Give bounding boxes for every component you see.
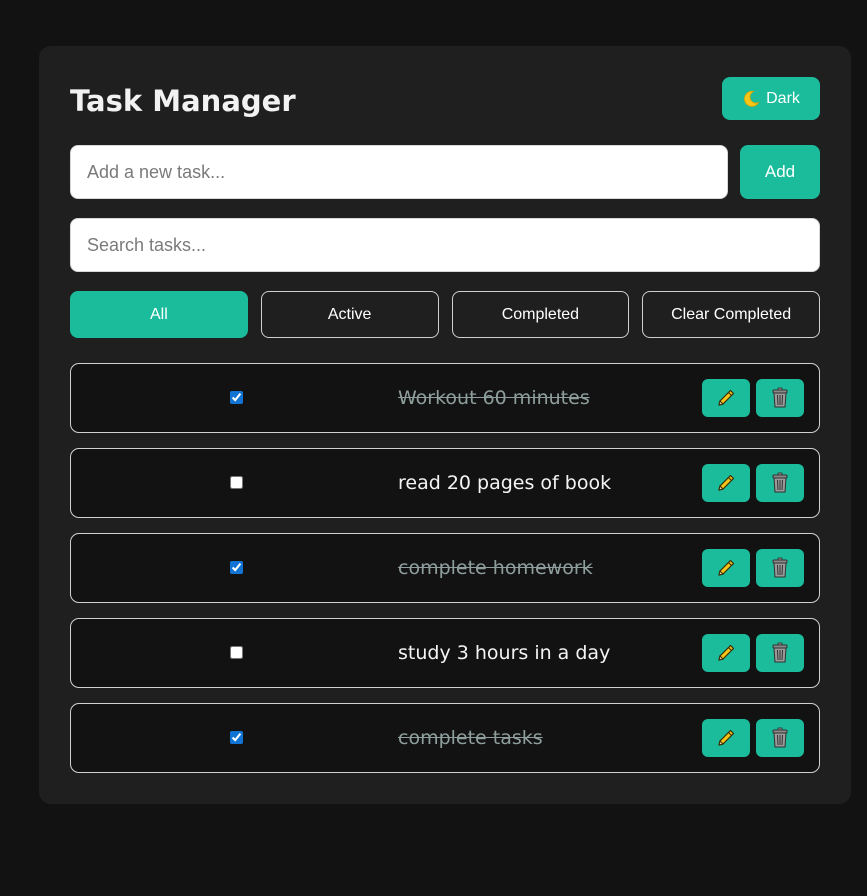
trash-icon	[770, 387, 790, 409]
task-text: complete tasks	[398, 727, 543, 749]
task-item: read 20 pages of book	[70, 448, 820, 518]
filter-active-button[interactable]: Active	[260, 291, 439, 338]
pencil-icon	[715, 642, 737, 664]
pencil-icon	[715, 472, 737, 494]
theme-toggle-label: Dark	[766, 89, 800, 107]
pencil-icon	[715, 387, 737, 409]
task-item: Workout 60 minutes	[70, 363, 820, 433]
edit-task-button[interactable]	[702, 549, 750, 587]
moon-icon	[742, 90, 760, 108]
trash-icon	[770, 642, 790, 664]
add-task-button[interactable]: Add	[740, 145, 820, 199]
delete-task-button[interactable]	[756, 464, 804, 502]
filter-completed-button[interactable]: Completed	[451, 291, 630, 338]
task-text: read 20 pages of book	[398, 472, 612, 494]
task-text: Workout 60 minutes	[398, 387, 590, 409]
edit-task-button[interactable]	[702, 379, 750, 417]
task-checkbox[interactable]	[230, 476, 243, 489]
filter-bar: All Active Completed Clear Completed	[70, 291, 820, 338]
clear-completed-button[interactable]: Clear Completed	[642, 291, 820, 338]
new-task-input[interactable]	[70, 145, 728, 199]
trash-icon	[770, 472, 790, 494]
pencil-icon	[715, 727, 737, 749]
trash-icon	[770, 727, 790, 749]
edit-task-button[interactable]	[702, 719, 750, 757]
theme-toggle-button[interactable]: Dark	[722, 77, 820, 120]
delete-task-button[interactable]	[756, 379, 804, 417]
task-checkbox[interactable]	[230, 561, 243, 574]
task-item: complete homework	[70, 533, 820, 603]
delete-task-button[interactable]	[756, 549, 804, 587]
task-text: complete homework	[398, 557, 593, 579]
delete-task-button[interactable]	[756, 719, 804, 757]
task-checkbox[interactable]	[230, 391, 243, 404]
task-item: complete tasks	[70, 703, 820, 773]
trash-icon	[770, 557, 790, 579]
edit-task-button[interactable]	[702, 464, 750, 502]
task-item: study 3 hours in a day	[70, 618, 820, 688]
task-checkbox[interactable]	[230, 646, 243, 659]
delete-task-button[interactable]	[756, 634, 804, 672]
task-manager-card: Task Manager Dark Add All Active Complet…	[39, 46, 851, 804]
page-title: Task Manager	[70, 84, 296, 118]
search-input[interactable]	[70, 218, 820, 272]
pencil-icon	[715, 557, 737, 579]
task-checkbox[interactable]	[230, 731, 243, 744]
filter-all-button[interactable]: All	[70, 291, 248, 338]
edit-task-button[interactable]	[702, 634, 750, 672]
task-text: study 3 hours in a day	[398, 642, 611, 664]
task-list: Workout 60 minutes read 20 pages of book	[70, 363, 820, 788]
